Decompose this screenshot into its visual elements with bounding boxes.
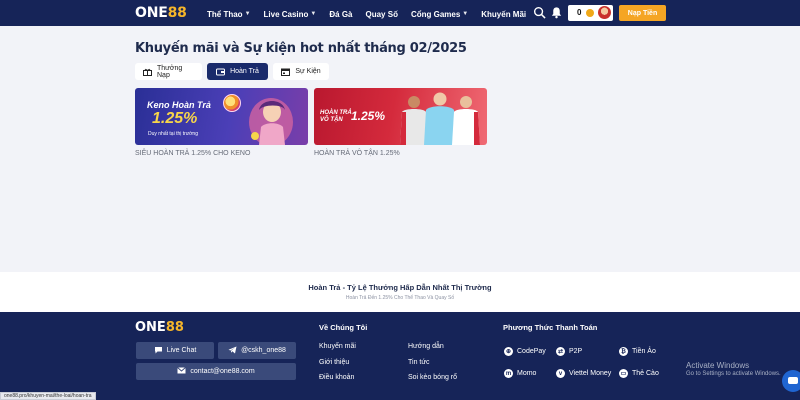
promo-banner-value: 1.25% [152, 110, 198, 127]
payment-label: CodePay [517, 348, 546, 355]
nav-label: Thể Thao [207, 9, 243, 19]
footer-link-soi-keo-bong-ro[interactable]: Soi kèo bóng rổ [408, 374, 457, 381]
logo-text-yellow: 88 [167, 5, 187, 21]
button-label: contact@one88.com [190, 368, 255, 375]
chat-bubble-icon[interactable] [782, 370, 800, 392]
payment-label: Momo [517, 370, 537, 377]
tab-label: Sự Kiện [295, 68, 321, 75]
gift-icon [143, 68, 152, 76]
promo-banner-title: HOÀN TRẢ VÔ TẬN [320, 110, 352, 124]
promo-banner-value: 1.25% [351, 109, 386, 123]
logo-text-white: ONE [135, 320, 166, 335]
card-icon: ▭ [619, 369, 628, 378]
promo-tabs: Thưởng Nạp Hoàn Trả Sự Kiện [135, 63, 329, 80]
nav-item-da-ga[interactable]: Đá Gà [329, 7, 352, 21]
nav-label: Quay Số [365, 9, 398, 19]
info-subtitle: Hoàn Trả Đến 1.25% Cho Thể Thao Và Quay … [345, 295, 455, 301]
logo-text-yellow: 88 [165, 320, 184, 335]
info-title: Hoàn Trả - Tỷ Lệ Thưởng Hấp Dẫn Nhất Thị… [308, 283, 492, 292]
payment-the-cao: ▭ Thẻ Cào [619, 369, 659, 378]
keno-ball-icon [223, 94, 241, 112]
promo-caption[interactable]: HOÀN TRẢ VÔ TẬN 1.25% [314, 150, 400, 157]
chevron-down-icon: ▼ [244, 11, 251, 17]
live-chat-button[interactable]: Live Chat [136, 342, 214, 359]
main-nav: Thể Thao ▼ Live Casino ▼ Đá Gà Quay Số Cổn… [207, 7, 539, 21]
footer-heading-payment: Phương Thức Thanh Toán [503, 323, 598, 332]
viettel-icon: v [556, 369, 565, 378]
nav-label: Khuyến Mãi [481, 9, 527, 19]
promo-banner-title-line: HOÀN TRẢ [320, 110, 352, 116]
nav-item-khuyen-mai[interactable]: Khuyến Mãi [481, 7, 526, 21]
nav-label: Live Casino [263, 9, 309, 19]
payment-label: P2P [569, 348, 583, 355]
promo-banner-title-line: VÔ TẬN [320, 117, 343, 123]
footer-link-khuyen-mai[interactable]: Khuyến mãi [319, 343, 356, 350]
footer-link-gioi-thieu[interactable]: Giới thiệu [319, 359, 349, 366]
payment-label: Tiền Ảo [632, 348, 656, 355]
footer-link-dieu-khoan[interactable]: Điều khoản [319, 374, 354, 381]
page-title: Khuyến mãi và Sự kiện hot nhất tháng 02/… [135, 41, 467, 56]
tab-su-kien[interactable]: Sự Kiện [273, 63, 329, 80]
nav-label: Đá Gà [329, 9, 353, 19]
balance-widget[interactable]: 0 [568, 5, 613, 21]
email-button[interactable]: contact@one88.com [136, 363, 296, 380]
p2p-icon: ⇄ [556, 347, 565, 356]
info-band [0, 272, 800, 312]
nav-label: Cổng Games [410, 9, 461, 19]
nav-item-live-casino[interactable]: Live Casino ▼ [264, 7, 317, 21]
calendar-icon [281, 68, 291, 76]
tab-label: Thưởng Nạp [157, 64, 183, 79]
bell-icon[interactable] [550, 6, 563, 19]
character-illustration [249, 98, 293, 145]
button-label: @cskh_one88 [241, 347, 286, 354]
wallet-icon [216, 68, 226, 76]
logo-text-white: ONE [135, 5, 168, 21]
players-illustration [400, 92, 480, 145]
promo-card-hoan-tra-vo-tan[interactable]: HOÀN TRẢ VÔ TẬN 1.25% [314, 88, 487, 145]
chevron-down-icon: ▼ [310, 11, 317, 17]
status-bar-url: one88.pro/khuyen-mai/the-loai/hoan-tra [0, 392, 96, 400]
momo-icon: m [504, 369, 513, 378]
footer-heading-about: Về Chúng Tôi [319, 323, 368, 332]
payment-label: Thẻ Cào [632, 370, 659, 377]
codepay-icon: ⊕ [504, 347, 513, 356]
nav-item-quay-so[interactable]: Quay Số [366, 7, 398, 21]
payment-momo: m Momo [504, 369, 536, 378]
site-logo[interactable]: ONE88 [135, 5, 187, 21]
promo-banner-sub: Duy nhất tại thị trường [148, 131, 198, 137]
payment-p2p: ⇄ P2P [556, 347, 582, 356]
footer-link-tin-tuc[interactable]: Tin tức [408, 359, 430, 366]
tab-hoan-tra[interactable]: Hoàn Trả [207, 63, 268, 80]
nav-item-the-thao[interactable]: Thể Thao ▼ [207, 7, 251, 21]
search-icon[interactable] [533, 6, 546, 19]
deposit-button[interactable]: Nạp Tiền [619, 5, 666, 21]
payment-viettel-money: v Viettel Money [556, 369, 611, 378]
crypto-icon: ₿ [619, 347, 628, 356]
chat-icon [154, 346, 163, 356]
promo-caption[interactable]: SIÊU HOÀN TRẢ 1.25% CHO KENO [135, 150, 250, 157]
payment-label: Viettel Money [569, 370, 612, 377]
telegram-icon [228, 346, 237, 356]
mail-icon [177, 367, 187, 376]
footer-link-huong-dan[interactable]: Hướng dẫn [408, 343, 444, 350]
coin-icon [586, 9, 594, 17]
activate-windows-watermark: Activate Windows Go to Settings to activ… [686, 361, 781, 377]
activate-title: Activate Windows [686, 361, 750, 370]
activate-subtitle: Go to Settings to activate Windows. [686, 371, 781, 377]
avatar[interactable] [598, 6, 611, 19]
footer-logo[interactable]: ONE88 [135, 320, 184, 335]
footer [0, 312, 800, 400]
tab-thuong-nap[interactable]: Thưởng Nạp [135, 63, 202, 80]
balance-amount: 0 [577, 8, 582, 17]
nav-item-cong-games[interactable]: Cổng Games ▼ [411, 7, 468, 21]
telegram-button[interactable]: @cskh_one88 [218, 342, 296, 359]
tab-label: Hoàn Trả [230, 68, 259, 75]
promo-card-keno[interactable]: Keno Hoàn Trả 1.25% Duy nhất tại thị trư… [135, 88, 308, 145]
button-label: Live Chat [166, 347, 197, 354]
chevron-down-icon: ▼ [462, 11, 469, 17]
payment-tien-ao: ₿ Tiền Ảo [619, 347, 656, 356]
payment-codepay: ⊕ CodePay [504, 347, 546, 356]
promo-banner-title: Keno Hoàn Trả [147, 100, 211, 110]
